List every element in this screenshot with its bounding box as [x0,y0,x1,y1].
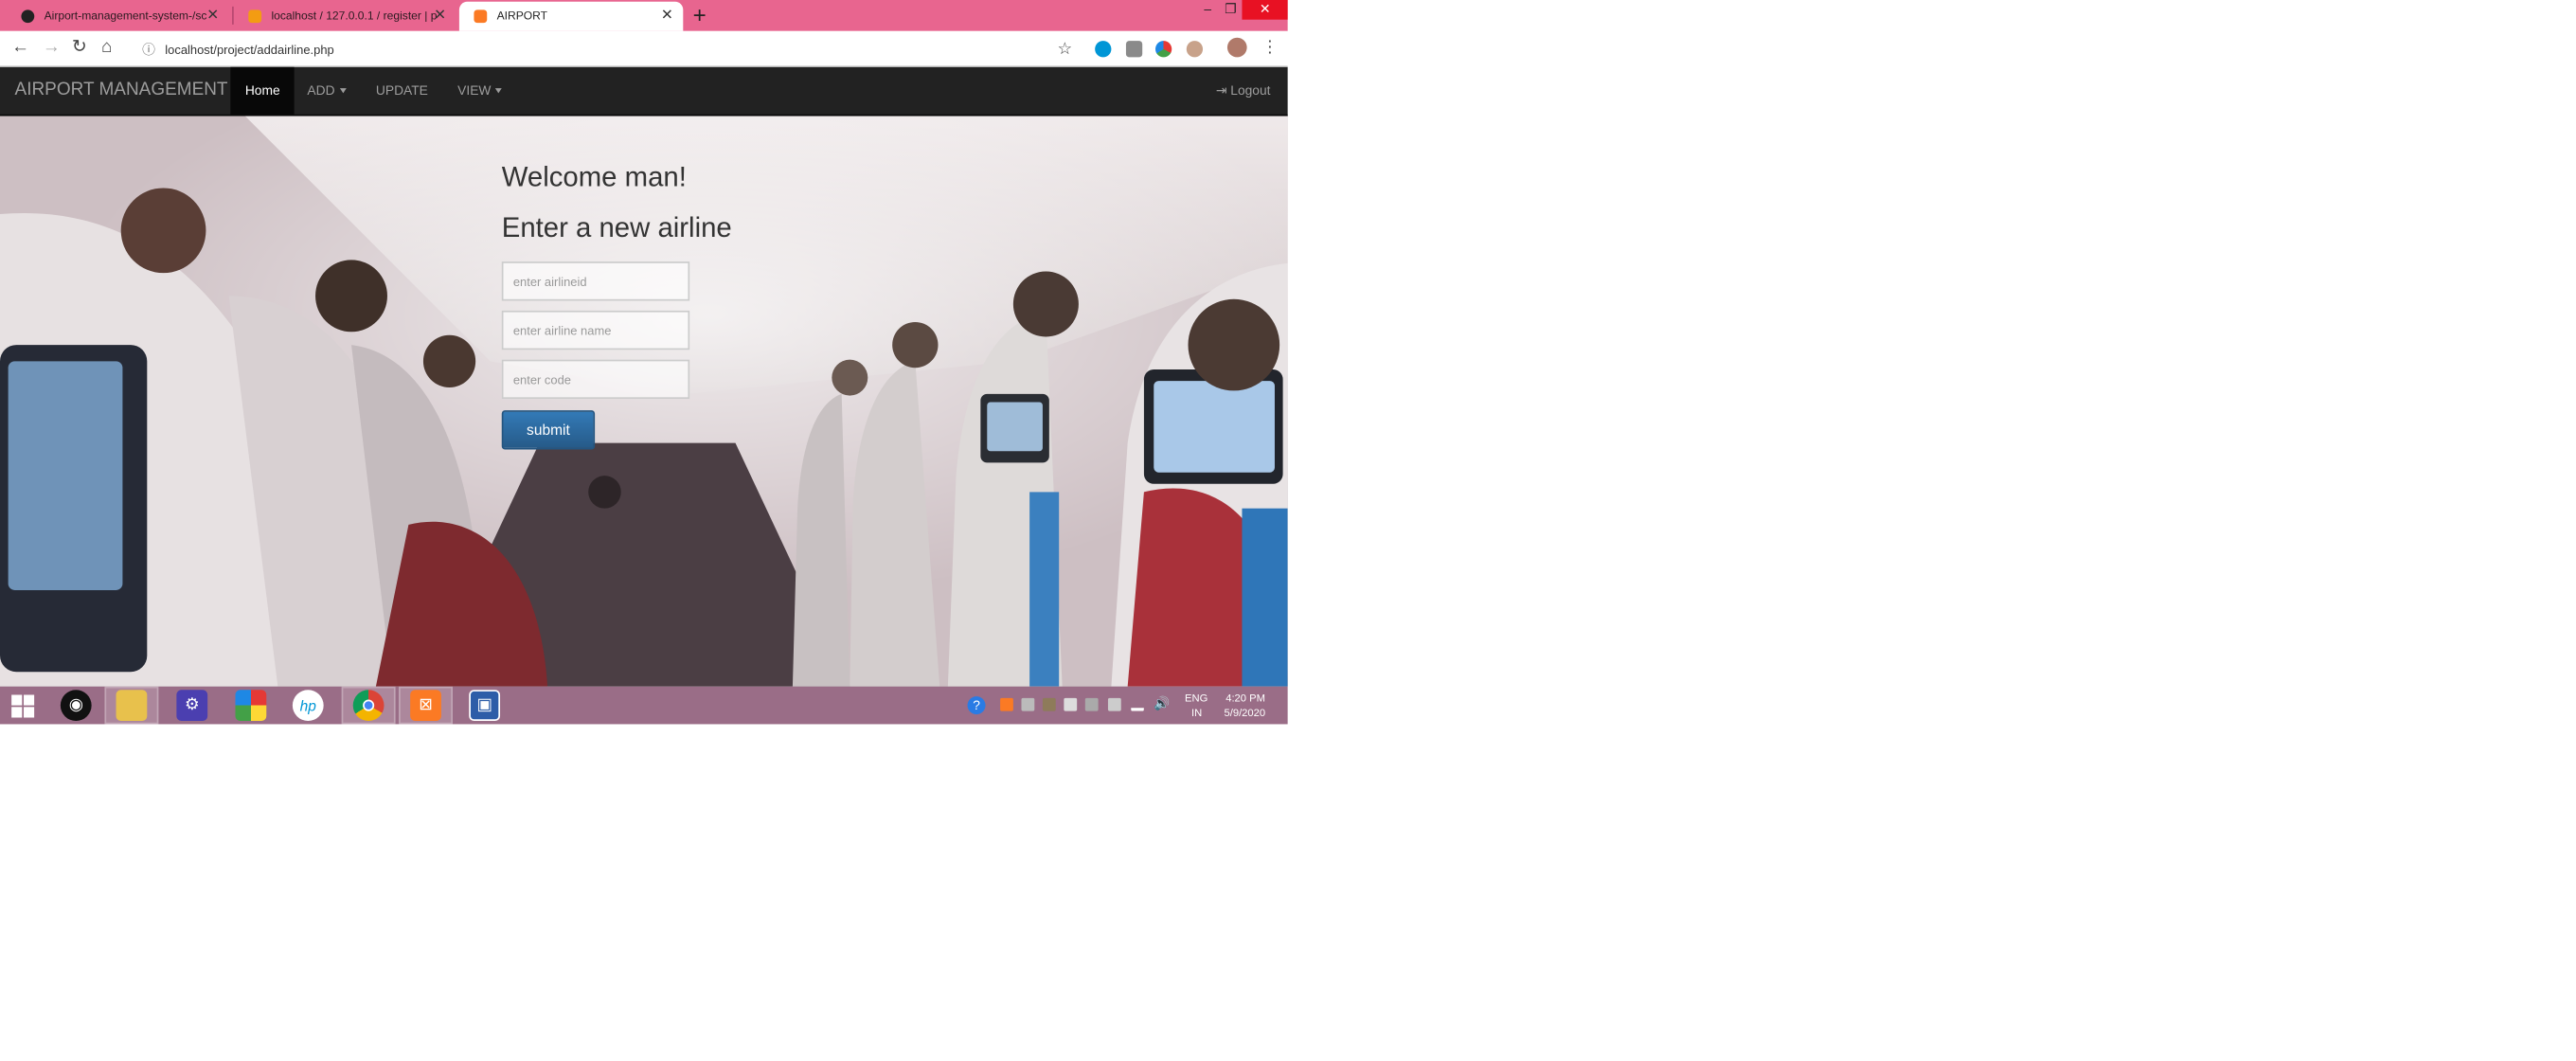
windows-start-icon[interactable] [9,690,38,721]
settings-gear-icon[interactable]: ⚙ [176,690,208,721]
nav-view-label: VIEW [457,83,492,99]
airline-id-input[interactable] [501,261,690,301]
language-indicator[interactable]: ENG [1185,693,1208,705]
back-icon[interactable]: ← [11,38,29,59]
logout-link[interactable]: ⇥ Logout [1216,67,1271,117]
cloud-icon[interactable] [1064,697,1078,711]
caret-down-icon [495,88,503,95]
logout-label: Logout [1230,83,1271,99]
airplane-cabin-background: Welcome man! Enter a new airline submit [0,116,1288,687]
star-icon[interactable]: ☆ [1057,39,1071,60]
new-tab-button[interactable]: + [693,2,707,28]
address-bar: ← → ↻ ⌂ ⓘ localhost/project/addairline.p… [0,30,1288,67]
cabin-photo [0,116,1288,687]
tab-title: localhost / 127.0.0.1 / register | p [271,10,438,23]
welcome-heading: Welcome man! [501,161,687,193]
forward-icon[interactable]: → [43,38,61,59]
file-explorer-icon[interactable] [116,690,148,721]
reload-icon[interactable]: ↻ [72,38,87,59]
tray-icon[interactable] [1084,697,1099,711]
tab-close-icon[interactable]: ✕ [206,7,219,25]
region-indicator[interactable]: IN [1191,708,1202,719]
tray-icon[interactable] [1021,697,1035,711]
clock-time[interactable]: 4:20 PM [1225,693,1265,705]
tab-phpmyadmin[interactable]: localhost / 127.0.0.1 / register | p ✕ [234,2,456,31]
home-icon[interactable]: ⌂ [101,38,112,59]
xampp-icon [474,9,488,24]
xampp-tray-icon[interactable] [1000,697,1013,711]
tab-close-icon[interactable]: ✕ [661,7,673,25]
camera-app-icon[interactable]: ◉ [60,690,92,721]
hp-extension-icon[interactable] [1095,41,1112,58]
airline-name-input[interactable] [501,310,690,351]
profile-avatar[interactable] [1226,37,1247,58]
chrome-icon[interactable] [352,690,385,721]
nav-add-label: ADD [307,83,335,99]
airline-code-input[interactable] [501,359,690,400]
github-icon [21,9,35,24]
browser-window: Airport-management-system-/sc ✕ localhos… [0,0,1288,725]
nav-update[interactable]: UPDATE [361,67,442,117]
network-icon[interactable] [1131,698,1144,711]
tab-title: AIRPORT [496,10,548,23]
url-text: localhost/project/addairline.php [165,42,334,57]
submit-button[interactable]: submit [501,410,596,450]
color-extension-icon[interactable] [1154,41,1172,58]
tab-title: Airport-management-system-/sc [44,10,207,23]
menu-kebab-icon[interactable]: ⋮ [1261,38,1278,59]
shield-extension-icon[interactable] [1125,41,1143,58]
windows-taskbar: ◉ ⚙ hp ⊠ ▣ ? 🔊 ENG IN 4:20 PM 5/9/2020 [0,686,1288,725]
xampp-icon[interactable]: ⊠ [410,690,441,721]
nav-view[interactable]: VIEW [443,67,517,117]
close-window-button[interactable]: ✕ [1242,0,1288,20]
restore-button[interactable]: ❐ [1218,0,1244,20]
url-field[interactable]: ⓘ localhost/project/addairline.php [134,36,1082,63]
photos-app-icon[interactable] [235,690,267,721]
tray-icon[interactable] [1042,697,1056,711]
help-icon[interactable]: ? [967,696,986,715]
tab-airport[interactable]: AIRPORT ✕ [458,1,684,31]
hp-app-icon[interactable]: hp [292,690,324,721]
nav-add[interactable]: ADD [293,67,361,117]
info-icon[interactable]: ⓘ [142,40,155,58]
brand-link[interactable]: AIRPORT MANAGEMENT [15,67,228,117]
tab-close-icon[interactable]: ✕ [434,7,446,25]
caret-down-icon [339,88,347,95]
clock-date[interactable]: 5/9/2020 [1224,708,1265,719]
volume-icon[interactable]: 🔊 [1154,697,1170,711]
tab-github[interactable]: Airport-management-system-/sc ✕ [7,2,229,31]
extension-icon[interactable] [1186,41,1204,58]
flag-icon[interactable] [1107,697,1121,711]
app-navbar: AIRPORT MANAGEMENT Home ADD UPDATE VIEW … [0,66,1288,117]
tool-app-icon[interactable]: ▣ [469,690,501,721]
page-title: Enter a new airline [501,212,732,244]
tab-strip: Airport-management-system-/sc ✕ localhos… [0,0,1288,31]
phpmyadmin-icon [248,9,262,24]
nav-home[interactable]: Home [230,66,295,117]
logout-icon: ⇥ [1215,83,1227,99]
